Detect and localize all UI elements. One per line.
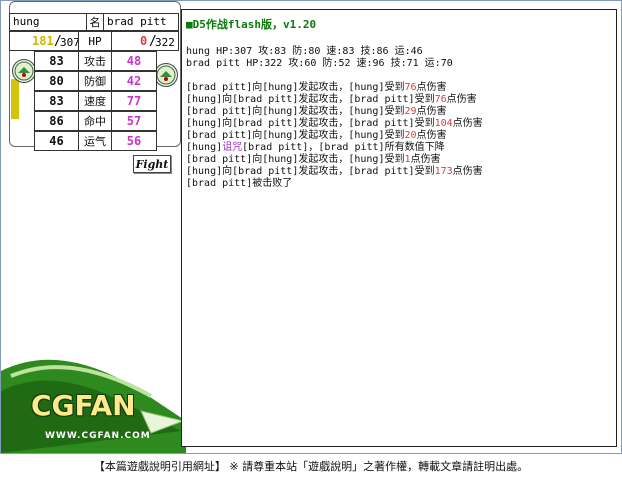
player2-info: brad pitt HP:322 攻:60 防:52 速:96 技:71 运:7… [186, 58, 453, 69]
log-entry: [brad pitt]被击败了 [186, 174, 292, 189]
player1-attack: 83 [34, 51, 79, 71]
name-label-text: 名 [89, 16, 101, 29]
footer-notice: 【本篇遊戲說明引用網址】 ※ 請尊重本站「遊戲說明」之著作權，轉載文章請註明出處… [93, 460, 529, 473]
player2-defense: 42 [111, 71, 157, 91]
log-text: 点伤害 [452, 118, 483, 129]
log-title: ■D5作战flash版，v1.20 [186, 18, 317, 31]
stat-label-attack: 攻击 [78, 51, 112, 71]
cgfan-url: WWW.CGFAN.COM [45, 431, 151, 441]
hp-label-text: HP [88, 34, 102, 48]
stat-label-accuracy: 命中 [78, 111, 112, 131]
player1-hp-max: 307 [60, 36, 80, 49]
fight-button[interactable]: Fight [133, 155, 171, 173]
game-window: hung 名 brad pitt 181 / 307 HP 0 / 322 83… [0, 0, 622, 454]
player2-speed: 77 [111, 91, 157, 111]
status-panel: hung 名 brad pitt 181 / 307 HP 0 / 322 83… [1, 1, 186, 453]
stat-label-defense: 防御 [78, 71, 112, 91]
player2-name: brad pitt [107, 15, 167, 28]
hp-gauge [11, 79, 19, 119]
player2-hp-max: 322 [155, 36, 175, 49]
player1-speed: 83 [34, 91, 79, 111]
damage-value: 173 [434, 166, 453, 177]
player1-hp-cell: 181 / 307 [9, 31, 80, 51]
battle-log: ■D5作战flash版，v1.20 hung HP:307 攻:83 防:80 … [181, 9, 617, 447]
player2-name-field[interactable]: brad pitt [103, 13, 179, 31]
hp-label: HP [78, 31, 112, 51]
name-label: 名 [86, 13, 104, 31]
log-text: 点伤害 [446, 94, 477, 105]
log-text: [brad pitt]被击败了 [186, 178, 293, 189]
player2-hp-current: 0 [140, 34, 148, 48]
player1-portrait-icon [12, 59, 36, 83]
player2-portrait-icon [154, 63, 178, 87]
player1-name: hung [13, 15, 40, 28]
player2-hp-cell: 0 / 322 [111, 31, 179, 51]
player1-accuracy: 86 [34, 111, 79, 131]
player2-attack: 48 [111, 51, 157, 71]
stat-label-speed: 速度 [78, 91, 112, 111]
player1-defense: 80 [34, 71, 79, 91]
log-text: 点伤害 [452, 166, 483, 177]
player2-accuracy: 57 [111, 111, 157, 131]
player2-luck: 56 [111, 131, 157, 151]
player1-luck: 46 [34, 131, 79, 151]
player1-hp-current: 181 [32, 34, 54, 48]
cgfan-logo: CGFAN [31, 389, 136, 422]
stat-label-luck: 运气 [78, 131, 112, 151]
player1-name-field[interactable]: hung [9, 13, 87, 31]
